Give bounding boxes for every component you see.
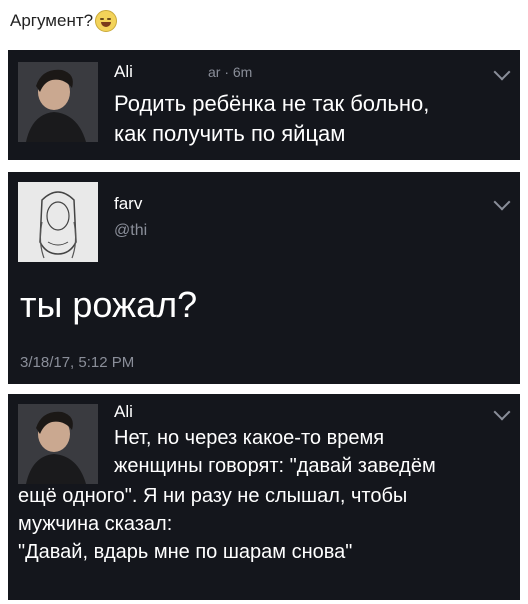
tweet-card-1: Ali ar · 6m Родить ребёнка не так больно… bbox=[8, 50, 520, 160]
avatar[interactable] bbox=[18, 404, 98, 484]
tweet-text-line-2: женщины говорят: "давай заведём bbox=[114, 455, 436, 477]
tweet-text-line-5: "Давай, вдарь мне по шарам снова" bbox=[18, 541, 353, 563]
author-name[interactable]: farv bbox=[114, 194, 142, 214]
post-caption: Аргумент? bbox=[10, 10, 118, 32]
author-name[interactable]: Ali bbox=[114, 62, 133, 82]
chevron-down-icon[interactable] bbox=[493, 193, 511, 211]
tweet-text-line-1: Родить ребёнка не так больно, bbox=[114, 91, 430, 116]
tweet-meta: ar · 6m bbox=[208, 64, 253, 80]
tweet-card-3: Ali Нет, но через какое-то время женщины… bbox=[8, 394, 520, 600]
avatar[interactable] bbox=[18, 62, 98, 142]
tweet-text-line-2: как получить по яйцам bbox=[114, 121, 346, 146]
tweet-text-line-1: Нет, но через какое-то время bbox=[114, 427, 385, 449]
tweet-text-line-4: мужчина сказал: bbox=[18, 513, 173, 535]
author-name[interactable]: Ali bbox=[114, 402, 133, 422]
author-handle[interactable]: @thi bbox=[114, 222, 147, 240]
tweet-card-2: farv @thi ты рожал? 3/18/17, 5:12 PM bbox=[8, 172, 520, 384]
tweet-text-line-3: ещё одного". Я ни разу не слышал, чтобы bbox=[18, 485, 408, 507]
chevron-down-icon[interactable] bbox=[493, 63, 511, 81]
tweet-timestamp[interactable]: 3/18/17, 5:12 PM bbox=[20, 354, 134, 371]
avatar[interactable] bbox=[18, 182, 98, 262]
chevron-down-icon[interactable] bbox=[493, 403, 511, 421]
tweet-text: ты рожал? bbox=[20, 284, 198, 325]
caption-text: Аргумент? bbox=[10, 11, 94, 30]
laughing-face-icon bbox=[95, 10, 118, 32]
